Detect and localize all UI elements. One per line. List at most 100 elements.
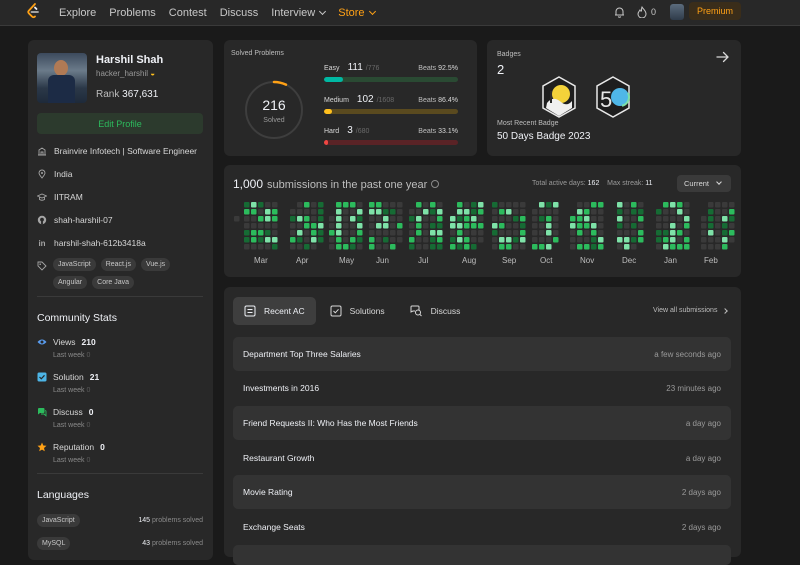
heatmap-cell[interactable] [464, 209, 470, 215]
heatmap-cell[interactable] [539, 202, 545, 208]
heatmap-cell[interactable] [532, 237, 538, 243]
arrow-right-icon[interactable] [716, 51, 730, 63]
heatmap-cell[interactable] [532, 223, 538, 229]
heatmap-cell[interactable] [598, 202, 604, 208]
heatmap-cell[interactable] [457, 237, 463, 243]
heatmap-cell[interactable] [584, 216, 590, 222]
heatmap-cell[interactable] [258, 216, 264, 222]
heatmap-cell[interactable] [397, 230, 403, 236]
heatmap-cell[interactable] [663, 223, 669, 229]
heatmap-cell[interactable] [663, 202, 669, 208]
heatmap-cell[interactable] [397, 237, 403, 243]
heatmap-cell[interactable] [376, 244, 382, 250]
heatmap-cell[interactable] [656, 209, 662, 215]
heatmap-cell[interactable] [663, 216, 669, 222]
heatmap-cell[interactable] [670, 244, 676, 250]
heatmap-cell[interactable] [584, 230, 590, 236]
heatmap-cell[interactable] [701, 230, 707, 236]
bell-icon[interactable] [614, 6, 625, 18]
heatmap-cell[interactable] [437, 202, 443, 208]
heatmap-cell[interactable] [311, 202, 317, 208]
heatmap-cell[interactable] [570, 223, 576, 229]
heatmap-cell[interactable] [258, 237, 264, 243]
heatmap-cell[interactable] [357, 244, 363, 250]
heatmap-cell[interactable] [430, 202, 436, 208]
heatmap-cell[interactable] [506, 244, 512, 250]
heatmap-cell[interactable] [350, 223, 356, 229]
badge-icon[interactable] [539, 75, 579, 119]
heatmap-cell[interactable] [591, 202, 597, 208]
heatmap-cell[interactable] [624, 244, 630, 250]
heatmap-cell[interactable] [350, 230, 356, 236]
heatmap-cell[interactable] [708, 202, 714, 208]
nav-contest[interactable]: Contest [169, 7, 207, 19]
heatmap-cell[interactable] [539, 237, 545, 243]
heatmap-cell[interactable] [539, 223, 545, 229]
heatmap-cell[interactable] [244, 244, 250, 250]
heatmap-cell[interactable] [631, 237, 637, 243]
heatmap-cell[interactable] [464, 244, 470, 250]
heatmap-cell[interactable] [357, 202, 363, 208]
heatmap-cell[interactable] [464, 216, 470, 222]
heatmap-cell[interactable] [656, 216, 662, 222]
heatmap-cell[interactable] [390, 202, 396, 208]
heatmap-cell[interactable] [329, 230, 335, 236]
heatmap-cell[interactable] [471, 209, 477, 215]
heatmap-cell[interactable] [376, 202, 382, 208]
skill-tag[interactable]: JavaScript [53, 258, 96, 271]
heatmap-cell[interactable] [397, 202, 403, 208]
skill-tag[interactable]: Core Java [92, 276, 135, 289]
heatmap-cell[interactable] [701, 216, 707, 222]
heatmap-cell[interactable] [272, 216, 278, 222]
heatmap-cell[interactable] [677, 216, 683, 222]
heatmap-cell[interactable] [290, 244, 296, 250]
heatmap-cell[interactable] [336, 230, 342, 236]
heatmap-cell[interactable] [336, 244, 342, 250]
heatmap-cell[interactable] [506, 237, 512, 243]
heatmap-cell[interactable] [383, 216, 389, 222]
heatmap-cell[interactable] [553, 223, 559, 229]
heatmap-cell[interactable] [290, 237, 296, 243]
heatmap-cell[interactable] [244, 230, 250, 236]
heatmap-cell[interactable] [457, 216, 463, 222]
heatmap-cell[interactable] [409, 223, 415, 229]
heatmap-cell[interactable] [715, 216, 721, 222]
heatmap-cell[interactable] [251, 230, 257, 236]
heatmap-cell[interactable] [383, 202, 389, 208]
heatmap-cell[interactable] [457, 223, 463, 229]
language-tag[interactable]: JavaScript [37, 514, 80, 527]
heatmap-cell[interactable] [520, 209, 526, 215]
heatmap-cell[interactable] [677, 202, 683, 208]
fifty-days-badge-icon[interactable]: 5 [593, 75, 633, 119]
heatmap-cell[interactable] [437, 209, 443, 215]
heatmap-cell[interactable] [423, 209, 429, 215]
heatmap-cell[interactable] [708, 223, 714, 229]
heatmap-cell[interactable] [416, 223, 422, 229]
heatmap-cell[interactable] [663, 209, 669, 215]
heatmap-cell[interactable] [670, 209, 676, 215]
heatmap-cell[interactable] [423, 202, 429, 208]
heatmap-cell[interactable] [670, 237, 676, 243]
heatmap-cell[interactable] [416, 202, 422, 208]
heatmap-cell[interactable] [492, 237, 498, 243]
heatmap-cell[interactable] [390, 223, 396, 229]
heatmap-cell[interactable] [591, 216, 597, 222]
heatmap-cell[interactable] [499, 230, 505, 236]
heatmap-cell[interactable] [290, 216, 296, 222]
heatmap-cell[interactable] [251, 237, 257, 243]
heatmap-cell[interactable] [457, 244, 463, 250]
heatmap-cell[interactable] [546, 237, 552, 243]
heatmap-cell[interactable] [591, 230, 597, 236]
heatmap-cell[interactable] [290, 223, 296, 229]
heatmap-cell[interactable] [390, 216, 396, 222]
heatmap-cell[interactable] [390, 237, 396, 243]
heatmap-cell[interactable] [369, 230, 375, 236]
heatmap-cell[interactable] [570, 244, 576, 250]
heatmap-cell[interactable] [336, 223, 342, 229]
heatmap-cell[interactable] [265, 244, 271, 250]
heatmap-cell[interactable] [450, 216, 456, 222]
heatmap-cell[interactable] [722, 230, 728, 236]
heatmap-cell[interactable] [570, 230, 576, 236]
heatmap-cell[interactable] [577, 244, 583, 250]
heatmap-cell[interactable] [343, 202, 349, 208]
